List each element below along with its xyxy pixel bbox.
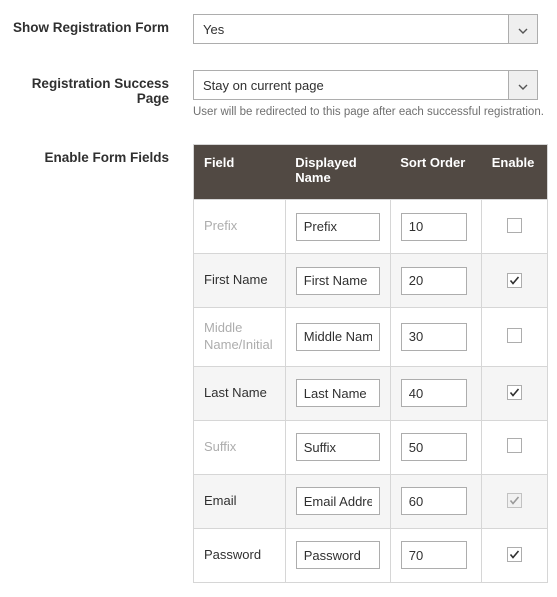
table-row: Password [194, 528, 548, 582]
sort-order-input[interactable] [401, 541, 467, 569]
field-name: First Name [204, 272, 275, 289]
table-row: Middle Name/Initial [194, 308, 548, 367]
chevron-down-icon [518, 78, 528, 93]
displayed-name-input[interactable] [296, 267, 380, 295]
displayed-name-input[interactable] [296, 433, 380, 461]
displayed-name-input[interactable] [296, 379, 380, 407]
enable-checkbox[interactable] [507, 385, 522, 400]
sort-order-input[interactable] [401, 487, 467, 515]
show-registration-form-value: Yes [203, 22, 224, 37]
form-fields-table: Field Displayed Name Sort Order Enable P… [193, 144, 548, 583]
field-name: Middle Name/Initial [204, 320, 275, 354]
table-row: Email [194, 474, 548, 528]
registration-success-page-select[interactable]: Stay on current page [193, 70, 538, 100]
displayed-name-input[interactable] [296, 541, 380, 569]
field-name: Email [204, 493, 275, 510]
table-row: Last Name [194, 366, 548, 420]
registration-success-page-label: Registration Success Page [8, 70, 193, 118]
chevron-down-icon [518, 22, 528, 37]
displayed-name-input[interactable] [296, 487, 380, 515]
column-header-field: Field [194, 145, 286, 200]
show-registration-form-label: Show Registration Form [8, 14, 193, 44]
displayed-name-input[interactable] [296, 323, 380, 351]
column-header-enable: Enable [482, 145, 548, 200]
sort-order-input[interactable] [401, 267, 467, 295]
displayed-name-input[interactable] [296, 213, 380, 241]
column-header-displayed-name: Displayed Name [285, 145, 390, 200]
sort-order-input[interactable] [401, 323, 467, 351]
sort-order-input[interactable] [401, 379, 467, 407]
field-name: Prefix [204, 218, 275, 235]
registration-success-page-note: User will be redirected to this page aft… [193, 106, 549, 118]
enable-checkbox[interactable] [507, 218, 522, 233]
field-name: Suffix [204, 439, 275, 456]
show-registration-form-dropdown-button[interactable] [508, 14, 538, 44]
enable-checkbox[interactable] [507, 438, 522, 453]
enable-checkbox[interactable] [507, 328, 522, 343]
table-row: Suffix [194, 420, 548, 474]
column-header-sort-order: Sort Order [390, 145, 482, 200]
enable-checkbox[interactable] [507, 547, 522, 562]
registration-success-page-value: Stay on current page [203, 78, 324, 93]
sort-order-input[interactable] [401, 433, 467, 461]
enable-checkbox [507, 493, 522, 508]
table-row: Prefix [194, 200, 548, 254]
enable-form-fields-label: Enable Form Fields [8, 144, 193, 583]
sort-order-input[interactable] [401, 213, 467, 241]
registration-success-page-dropdown-button[interactable] [508, 70, 538, 100]
field-name: Password [204, 547, 275, 564]
field-name: Last Name [204, 385, 275, 402]
table-row: First Name [194, 254, 548, 308]
show-registration-form-select[interactable]: Yes [193, 14, 538, 44]
enable-checkbox[interactable] [507, 273, 522, 288]
